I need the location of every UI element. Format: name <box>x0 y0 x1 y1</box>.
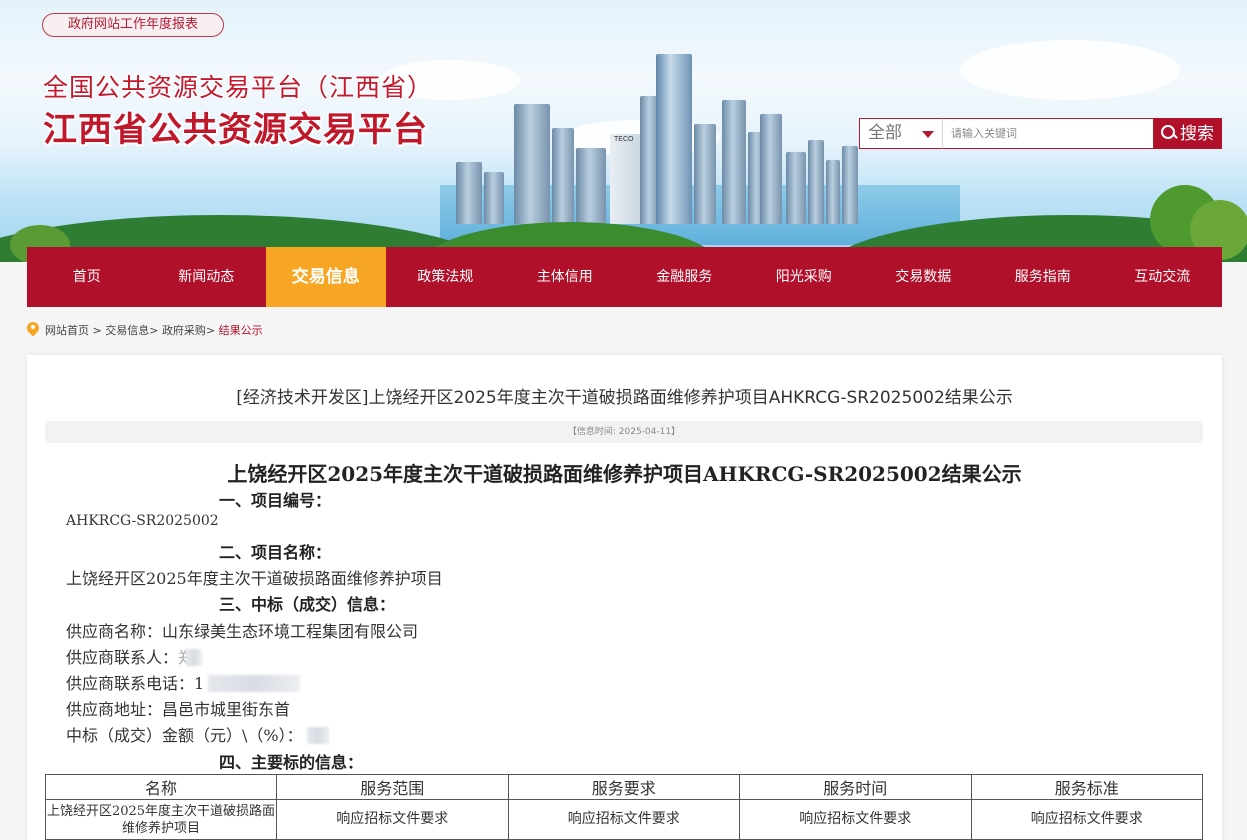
table-row: 上饶经开区2025年度主次干道破损路面维修养护项目 响应招标文件要求 响应招标文… <box>45 799 1203 840</box>
building <box>514 104 550 224</box>
article-title: [经济技术开发区]上饶经开区2025年度主次干道破损路面维修养护项目AHKRCG… <box>236 388 1013 408</box>
supplier-phone-value: 1 <box>194 674 205 693</box>
redacted-block <box>186 649 203 666</box>
supplier-contact: 供应商联系人：郑 <box>66 644 203 668</box>
building <box>656 54 692 224</box>
search-button-label: 搜索 <box>1180 124 1214 143</box>
nav-item-credit[interactable]: 主体信用 <box>505 247 625 307</box>
article-card: [经济技术开发区]上饶经开区2025年度主次干道破损路面维修养护项目AHKRCG… <box>27 355 1222 840</box>
building <box>484 172 504 224</box>
section-award-info: 三、中标（成交）信息： <box>219 595 396 614</box>
award-amount: 中标（成交）金额（元）\（%）： <box>66 722 329 746</box>
site-title[interactable]: 江西省公共资源交易平台 <box>43 102 428 151</box>
info-time-bar: 【信息时间: 2025-04-11】 <box>45 421 1203 443</box>
table-header: 服务标准 <box>970 774 1203 800</box>
table-header: 服务时间 <box>739 774 972 800</box>
nav-item-interaction[interactable]: 互动交流 <box>1103 247 1223 307</box>
nav-item-procurement[interactable]: 阳光采购 <box>744 247 864 307</box>
building <box>760 114 782 224</box>
breadcrumb-separator: > <box>205 324 219 337</box>
search-bar: 全部 搜索 <box>859 118 1222 149</box>
building <box>722 100 746 224</box>
annual-report-link[interactable]: 政府网站工作年度报表 <box>42 13 224 37</box>
project-number: AHKRCG-SR2025002 <box>66 513 219 529</box>
building <box>576 148 606 224</box>
supplier-name: 供应商名称：山东绿美生态环境工程集团有限公司 <box>66 622 419 641</box>
supplier-contact-label: 供应商联系人： <box>66 648 179 667</box>
nav-item-finance[interactable]: 金融服务 <box>625 247 745 307</box>
nav-item-trade-data[interactable]: 交易数据 <box>864 247 984 307</box>
table-header: 名称 <box>45 774 277 800</box>
nav-item-guide[interactable]: 服务指南 <box>983 247 1103 307</box>
breadcrumb-current[interactable]: 结果公示 <box>219 324 263 337</box>
project-name: 上饶经开区2025年度主次干道破损路面维修养护项目 <box>66 569 443 588</box>
building <box>694 124 716 224</box>
building <box>842 146 858 224</box>
building <box>552 128 574 224</box>
search-icon <box>1160 124 1178 142</box>
search-input[interactable] <box>942 118 1154 149</box>
breadcrumb-procurement[interactable]: 政府采购 <box>162 324 206 337</box>
section-main-items: 四、主要标的信息： <box>219 753 364 772</box>
search-scope-label: 全部 <box>868 123 902 143</box>
table-header: 服务要求 <box>507 774 740 800</box>
breadcrumb-trade-info[interactable]: 交易信息 <box>105 324 149 337</box>
redacted-block <box>306 727 329 744</box>
table-cell: 响应招标文件要求 <box>507 799 740 840</box>
building <box>808 140 824 224</box>
section-project-number: 一、项目编号： <box>219 491 332 510</box>
building <box>826 160 840 224</box>
cloud-decoration <box>960 40 1180 100</box>
table-header-row: 名称 服务范围 服务要求 服务时间 服务标准 <box>45 774 1203 800</box>
main-nav: 首页 新闻动态 交易信息 政策法规 主体信用 金融服务 阳光采购 交易数据 服务… <box>27 247 1222 307</box>
table-cell: 响应招标文件要求 <box>276 799 509 840</box>
supplier-phone-label: 供应商联系电话： <box>66 674 195 693</box>
building <box>786 152 806 224</box>
search-button[interactable]: 搜索 <box>1154 118 1222 149</box>
award-amount-label: 中标（成交）金额（元）\（%）： <box>66 726 303 745</box>
nav-item-policy[interactable]: 政策法规 <box>386 247 506 307</box>
table-cell: 上饶经开区2025年度主次干道破损路面维修养护项目 <box>45 799 277 840</box>
table-header: 服务范围 <box>276 774 509 800</box>
section-project-name: 二、项目名称： <box>219 543 332 562</box>
table-cell: 响应招标文件要求 <box>970 799 1203 840</box>
building: TECO <box>610 134 644 224</box>
building <box>456 162 482 224</box>
nav-item-trade-info[interactable]: 交易信息 <box>266 247 386 307</box>
breadcrumb: 网站首页 > 交易信息> 政府采购> 结果公示 <box>27 322 263 340</box>
location-pin-icon <box>27 322 39 336</box>
supplier-address: 供应商地址：昌邑市城里街东首 <box>66 700 291 719</box>
search-scope-select[interactable]: 全部 <box>859 118 942 149</box>
nav-item-home[interactable]: 首页 <box>27 247 147 307</box>
breadcrumb-separator: > <box>89 324 106 337</box>
supplier-phone: 供应商联系电话：1 <box>66 670 301 694</box>
chevron-down-icon <box>922 131 934 138</box>
document-title: 上饶经开区2025年度主次干道破损路面维修养护项目AHKRCG-SR202500… <box>227 462 1022 486</box>
breadcrumb-home[interactable]: 网站首页 <box>45 324 89 337</box>
redacted-block <box>208 675 301 692</box>
items-table: 名称 服务范围 服务要求 服务时间 服务标准 上饶经开区2025年度主次干道破损… <box>45 774 1203 840</box>
site-subtitle: 全国公共资源交易平台（江西省） <box>43 73 434 102</box>
table-cell: 响应招标文件要求 <box>739 799 972 840</box>
breadcrumb-separator: > <box>149 324 162 337</box>
nav-item-news[interactable]: 新闻动态 <box>147 247 267 307</box>
banner-sign: TECO <box>614 136 634 143</box>
